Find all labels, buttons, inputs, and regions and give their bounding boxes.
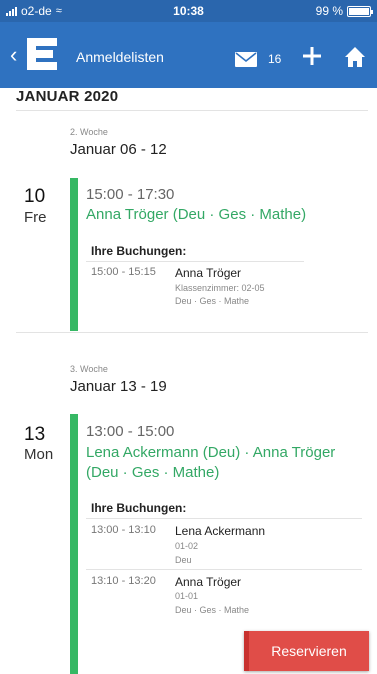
- nav-title: Anmeldelisten: [76, 49, 164, 65]
- booking-divider: [86, 569, 362, 570]
- bookings-heading: Ihre Buchungen:: [91, 244, 187, 258]
- nav-bar: ‹ Anmeldelisten 16: [0, 22, 377, 88]
- battery-label: 99 %: [315, 4, 343, 18]
- status-right: 99 %: [315, 4, 373, 18]
- e-logo-icon: [27, 38, 57, 70]
- booking-teacher: Anna Tröger: [175, 575, 242, 589]
- app-logo[interactable]: [24, 36, 60, 72]
- month-heading: JANUAR 2020: [16, 88, 119, 105]
- booking-time: 13:00 - 13:10: [91, 524, 156, 536]
- day-number: 13: [24, 424, 46, 445]
- week-range: Januar 06 - 12: [70, 141, 167, 158]
- slot-teachers[interactable]: Anna Tröger (Deu · Ges · Mathe): [86, 205, 306, 225]
- booking-time: 15:00 - 15:15: [91, 266, 156, 278]
- home-icon[interactable]: [344, 46, 366, 68]
- booking-teacher: Anna Tröger: [175, 266, 242, 280]
- bookings-heading: Ihre Buchungen:: [91, 501, 187, 515]
- booking-time: 13:10 - 13:20: [91, 575, 156, 587]
- booking-teacher: Lena Ackermann: [175, 524, 266, 538]
- booking-list[interactable]: JANUAR 2020 2. Woche Januar 06 - 12 10 F…: [0, 88, 377, 674]
- slot-time: 15:00 - 17:30: [86, 186, 175, 203]
- booking-room: 01-01: [175, 591, 199, 601]
- week-range: Januar 13 - 19: [70, 378, 167, 395]
- booking-subjects: Deu: [175, 555, 192, 565]
- plus-icon[interactable]: [302, 46, 322, 66]
- day-name: Fre: [24, 209, 47, 226]
- chevron-left-icon[interactable]: ‹: [10, 44, 17, 66]
- day-number: 10: [24, 186, 46, 207]
- booking-divider: [86, 261, 304, 262]
- slot-indicator-bar: [70, 178, 78, 331]
- booking-subjects: Deu · Ges · Mathe: [175, 296, 250, 306]
- battery-icon: [347, 5, 373, 17]
- day-name: Mon: [24, 446, 54, 463]
- slot-teachers-line: (Deu · Ges · Mathe): [86, 464, 220, 481]
- slot-time: 13:00 - 15:00: [86, 423, 175, 440]
- slot-indicator-bar: [70, 414, 78, 674]
- divider: [16, 332, 368, 333]
- reserve-button[interactable]: Reservieren: [244, 631, 369, 671]
- booking-divider: [86, 518, 362, 519]
- status-bar: o2-de ≈ 10:38 99 %: [0, 0, 377, 22]
- booking-room: 01-02: [175, 541, 199, 551]
- slot-teachers[interactable]: Lena Ackermann (Deu) · Anna Tröger (Deu …: [86, 443, 335, 483]
- mail-icon[interactable]: [235, 52, 257, 67]
- booking-room: Klassenzimmer: 02-05: [175, 283, 265, 293]
- booking-subjects: Deu · Ges · Mathe: [175, 605, 250, 615]
- week-label: 2. Woche: [70, 127, 108, 137]
- mail-count-badge: 16: [268, 52, 282, 66]
- battery-fill: [349, 7, 369, 15]
- divider: [16, 110, 368, 111]
- slot-teachers-line: Lena Ackermann (Deu) · Anna Tröger: [86, 444, 336, 461]
- week-label: 3. Woche: [70, 364, 108, 374]
